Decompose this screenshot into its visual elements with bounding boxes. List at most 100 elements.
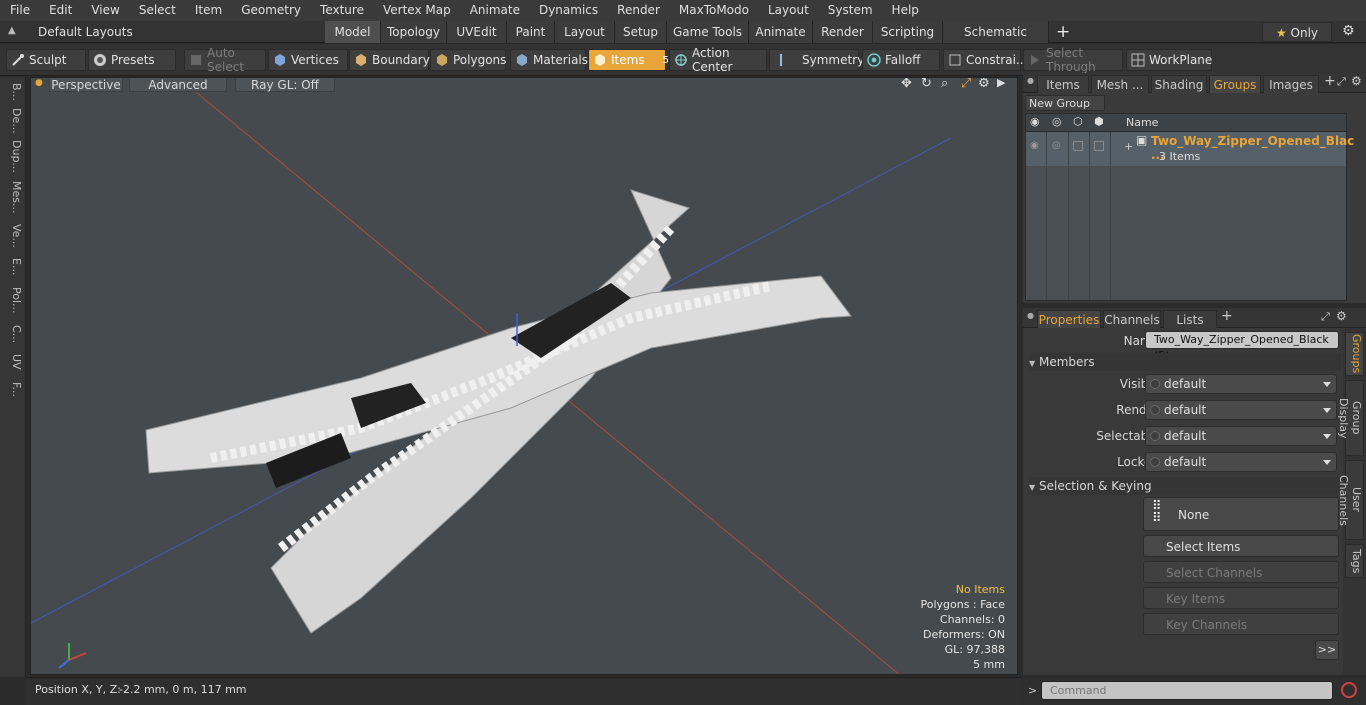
add-tab-icon[interactable]: + [1324,73,1336,89]
viewport-gear-icon[interactable]: ⚙ [978,78,990,91]
tab-topology[interactable]: Topology [381,21,447,43]
collapse-icon[interactable]: ▲ [8,25,22,39]
tab-items[interactable]: Items [1037,75,1089,93]
viewport-expand-icon[interactable]: ▶ [997,78,1005,89]
key-channels-button[interactable]: Key Channels [1143,613,1339,635]
tab-lists[interactable]: Lists [1163,310,1217,328]
strip-item-dup[interactable]: Dup... [3,139,23,173]
presets-button[interactable]: Presets [88,49,176,71]
menu-edit[interactable]: Edit [39,0,81,21]
menu-render[interactable]: Render [607,0,669,21]
expand-panel-icon[interactable]: ⤢ [1321,310,1330,324]
menu-select[interactable]: Select [129,0,185,21]
menu-animate[interactable]: Animate [460,0,529,21]
workplane-button[interactable]: WorkPlane [1126,49,1212,71]
row-render-icon[interactable]: ◎ [1052,140,1061,151]
menu-help[interactable]: Help [882,0,928,21]
key-items-button[interactable]: Key Items [1143,587,1339,609]
select-through-button[interactable]: Select Through [1023,46,1123,74]
strip-item-ve[interactable]: Ve... [3,221,23,251]
none-button[interactable]: ⠿ ⠿ None [1143,497,1339,531]
expand-panel-icon[interactable]: ⤢ [1337,75,1346,89]
strip-item-pol[interactable]: Pol... [3,283,23,317]
gear-icon[interactable]: ⚙ [1342,23,1355,39]
tab-groups[interactable]: Groups [1209,75,1261,93]
move-view-icon[interactable]: ✥ [901,78,912,91]
menu-system[interactable]: System [818,0,882,21]
tab-setup[interactable]: Setup [615,21,667,43]
falloff-button[interactable]: Falloff [862,49,940,71]
tab-render[interactable]: Render [813,21,873,43]
more-button[interactable]: >> [1315,640,1339,660]
raygl-button[interactable]: Ray GL: Off [235,78,335,92]
menu-view[interactable]: View [81,0,128,21]
name-column-header[interactable]: Name [1126,116,1158,129]
add-tab-icon[interactable]: + [1221,308,1233,324]
tab-properties[interactable]: Properties [1037,310,1101,328]
side-tab-tags[interactable]: Tags [1345,544,1364,578]
tab-paint[interactable]: Paint [507,21,555,43]
tab-uvedit[interactable]: UVEdit [447,21,507,43]
strip-item-b[interactable]: B... [3,81,23,103]
tab-shading[interactable]: Shading [1151,75,1207,93]
panel-gear-icon[interactable]: ⚙ [1351,74,1362,88]
perspective-button[interactable]: Perspective [49,78,123,92]
side-tab-user-channels[interactable]: User Channels [1337,460,1364,540]
locked-icon[interactable]: ⬢ [1094,115,1104,128]
strip-item-e[interactable]: E... [3,255,23,279]
menu-dynamics[interactable]: Dynamics [529,0,607,21]
materials-button[interactable]: Materials [510,49,588,71]
panel-menu-dot-icon[interactable]: ● [1027,76,1034,85]
sculpt-button[interactable]: Sculpt [6,49,86,71]
strip-item-uv[interactable]: UV [3,351,23,373]
panel-menu-dot-icon[interactable]: ● [1027,311,1034,320]
polygons-button[interactable]: Polygons [430,49,506,71]
tab-game-tools[interactable]: Game Tools [667,21,749,43]
selectable-icon[interactable]: ⬡ [1073,115,1083,128]
members-section[interactable]: ▼ Members [1029,353,1341,371]
menu-layout[interactable]: Layout [758,0,818,21]
tab-schematic-fusion[interactable]: Schematic Fusion [943,21,1049,61]
selectable-dropdown[interactable]: default [1145,426,1337,446]
menu-vertex-map[interactable]: Vertex Map [373,0,460,21]
select-items-button[interactable]: Select Items [1143,535,1339,557]
menu-file[interactable]: File [0,0,39,21]
group-row[interactable]: ◉ ◎ + ▣ Two_Way_Zipper_Opened_Blac ... 3… [1026,132,1354,166]
symmetry-button[interactable]: Symmetry [769,49,864,71]
selection-keying-section[interactable]: ▼ Selection & Keying [1029,477,1341,495]
visibility-eye-icon[interactable]: ◉ [1030,115,1040,128]
row-eye-icon[interactable]: ◉ [1030,140,1039,151]
menu-texture[interactable]: Texture [310,0,373,21]
expand-icon[interactable]: + [1124,140,1133,153]
layouts-dropdown[interactable]: Default Layouts ▼ [30,21,140,61]
panel-gear-icon[interactable]: ⚙ [1336,309,1347,323]
constraints-button[interactable]: Constrai... [943,49,1027,71]
name-field[interactable]: Two_Way_Zipper_Opened_Black (5) [1145,331,1339,362]
command-input[interactable] [1041,681,1333,700]
menu-item[interactable]: Item [185,0,231,21]
tab-mesh[interactable]: Mesh ... [1091,75,1149,93]
action-center-button[interactable]: Action Center [669,46,767,74]
boundary-button[interactable]: Boundary [349,49,430,71]
vertices-button[interactable]: Vertices 1 [268,49,355,71]
side-tab-groups[interactable]: Groups [1345,332,1364,376]
tab-layout[interactable]: Layout [555,21,615,43]
only-toggle[interactable]: ★ Only [1262,22,1332,42]
side-tab-group-display[interactable]: Group Display [1337,380,1364,456]
tab-animate[interactable]: Animate [749,21,813,43]
menu-maxtomodo[interactable]: MaxToModo [669,0,758,21]
items-button[interactable]: Items 5 [588,49,669,71]
new-group-button[interactable]: New Group [1025,95,1105,111]
add-tab-icon[interactable]: + [1056,22,1070,42]
auto-select-button[interactable]: Auto Select [184,46,266,74]
row-locked-checkbox[interactable] [1094,141,1104,151]
row-selectable-checkbox[interactable] [1073,141,1083,151]
tab-model[interactable]: Model [325,21,381,43]
strip-item-f[interactable]: F... [3,377,23,403]
tab-images[interactable]: Images [1263,75,1319,93]
rotate-view-icon[interactable]: ↻ [921,78,932,91]
select-channels-button[interactable]: Select Channels [1143,561,1339,583]
tab-scripting[interactable]: Scripting [873,21,943,43]
render-dropdown[interactable]: default [1145,400,1337,420]
strip-item-mes[interactable]: Mes... [3,177,23,217]
